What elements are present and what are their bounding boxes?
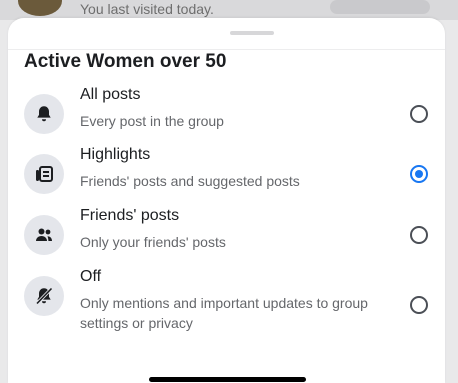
option-label: Off <box>80 268 102 285</box>
home-indicator <box>149 377 306 382</box>
option-description: Every post in the group <box>80 113 224 129</box>
option-label: All posts <box>80 86 141 103</box>
option-description: Friends' posts and suggested posts <box>80 173 300 189</box>
option-label: Highlights <box>80 146 151 163</box>
sheet-divider <box>8 49 445 50</box>
option-friends-posts[interactable]: Friends' posts Only your friends' posts <box>8 205 445 265</box>
background-group-row: You last visited today. <box>0 0 458 20</box>
option-highlights[interactable]: Highlights Friends' posts and suggested … <box>8 144 445 204</box>
group-avatar <box>18 0 62 16</box>
radio-friends-posts[interactable] <box>410 226 428 244</box>
notification-settings-sheet: Active Women over 50 All posts Every pos… <box>8 18 445 383</box>
news-feed-icon <box>24 154 64 194</box>
bell-icon <box>24 94 64 134</box>
bell-off-icon <box>24 276 64 316</box>
friends-icon <box>24 215 64 255</box>
radio-highlights[interactable] <box>410 165 428 183</box>
option-label: Friends' posts <box>80 207 180 224</box>
last-visited-text: You last visited today. <box>80 1 214 17</box>
option-description: Only mentions and important updates to g… <box>80 295 368 331</box>
radio-off[interactable] <box>410 296 428 314</box>
option-description: Only your friends' posts <box>80 234 226 250</box>
background-pill <box>330 0 430 14</box>
option-off[interactable]: Off Only mentions and important updates … <box>8 266 445 346</box>
sheet-title: Active Women over 50 <box>24 51 227 72</box>
sheet-grabber[interactable] <box>230 31 274 35</box>
radio-all-posts[interactable] <box>410 105 428 123</box>
option-all-posts[interactable]: All posts Every post in the group <box>8 84 445 144</box>
